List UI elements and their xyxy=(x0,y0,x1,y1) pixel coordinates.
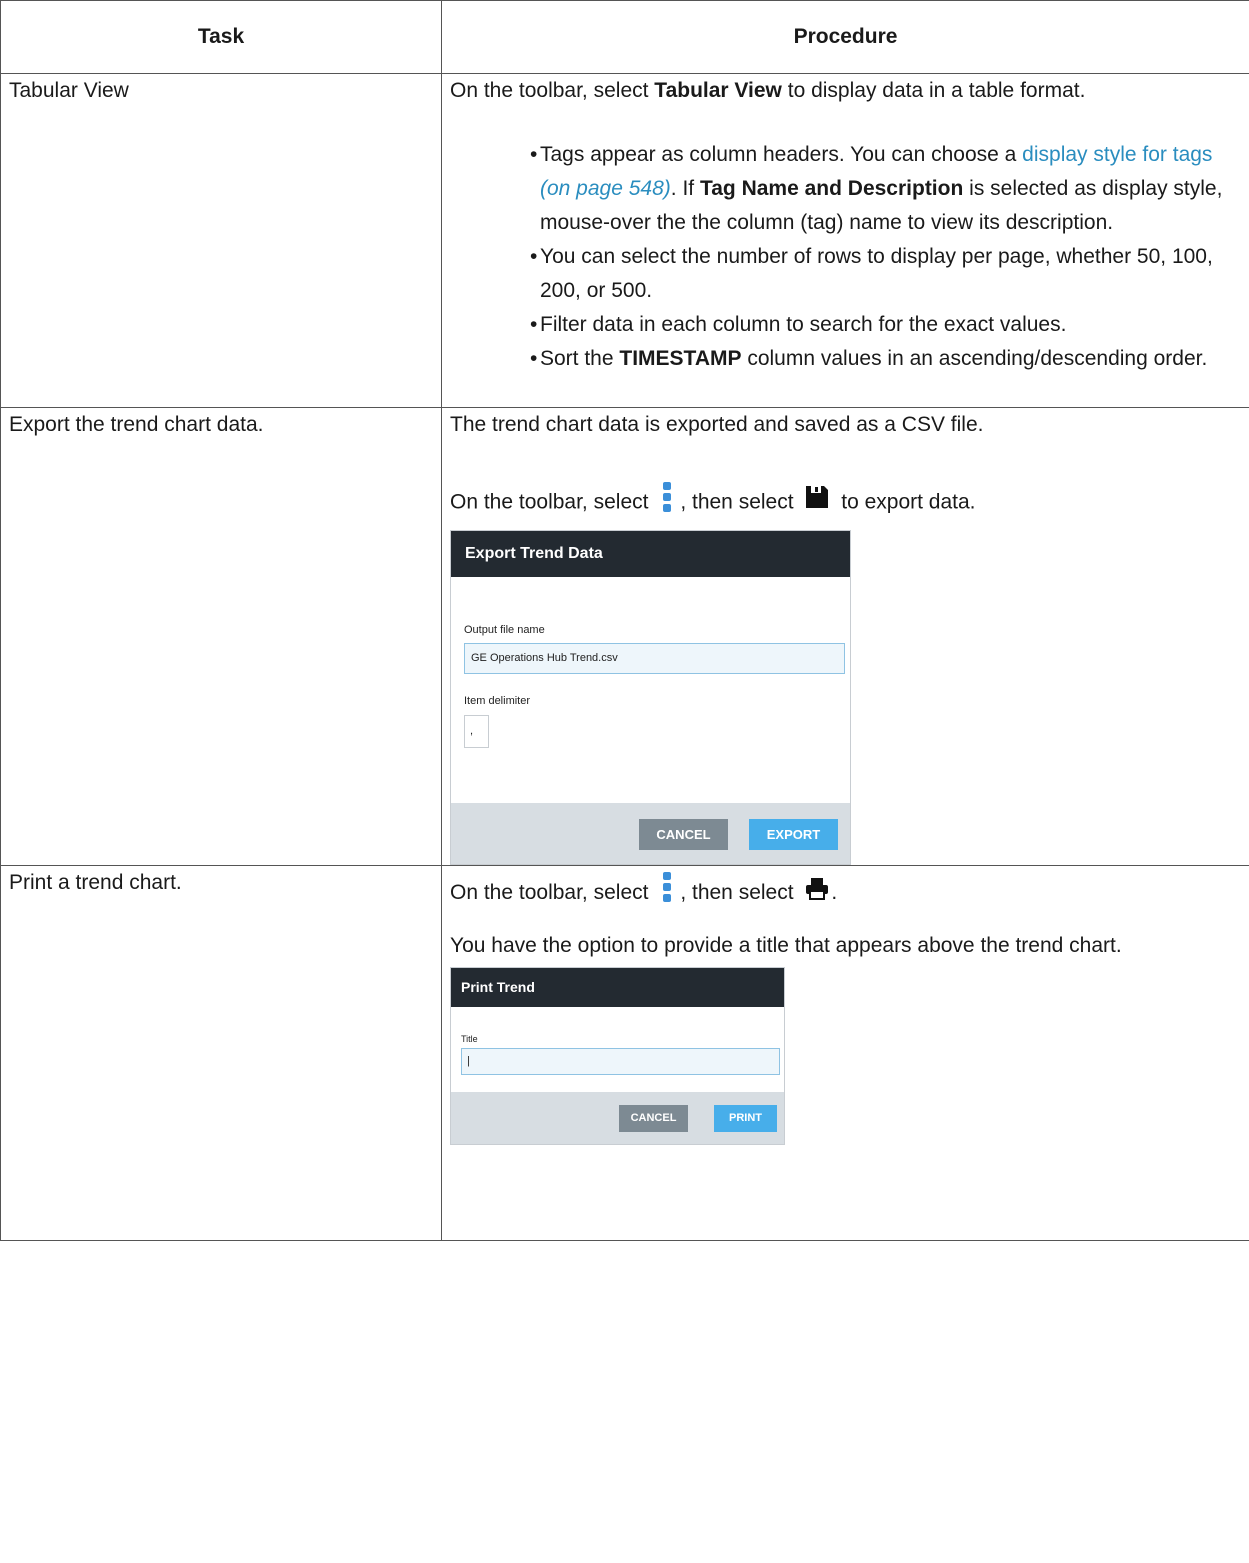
more-vertical-icon xyxy=(660,870,674,917)
table-header-row: Task Procedure xyxy=(0,0,1249,74)
text-run: . If xyxy=(670,177,700,200)
dialog-title: Export Trend Data xyxy=(451,531,850,577)
cancel-button[interactable]: CANCEL xyxy=(619,1105,688,1132)
cancel-button[interactable]: CANCEL xyxy=(639,819,728,850)
text-run: to export data. xyxy=(841,490,976,514)
print-button[interactable]: PRINT xyxy=(714,1105,777,1132)
ui-term: TIMESTAMP xyxy=(619,347,742,370)
column-header-task: Task xyxy=(0,0,442,74)
list-item: • Sort the TIMESTAMP column values in an … xyxy=(530,347,1208,370)
ui-term: Tag Name and Description xyxy=(699,177,964,200)
output-file-name-label: Output file name xyxy=(464,624,545,636)
dialog-footer: CANCEL EXPORT xyxy=(451,803,850,864)
text-run: On the toolbar, select xyxy=(450,881,649,905)
procedure-text: You have the option to provide a title t… xyxy=(450,934,1122,957)
task-cell: Export the trend chart data. xyxy=(0,407,442,866)
text-run: Filter data in each column to search for… xyxy=(540,313,1067,336)
text-run: to display data in a table format. xyxy=(781,79,1086,102)
ui-term: Tabular View xyxy=(654,79,782,102)
procedure-intro: On the toolbar, select Tabular View to d… xyxy=(450,74,1241,108)
table-row: Print a trend chart. On the toolbar, sel… xyxy=(0,865,1249,1241)
bullet-list: • Tags appear as column headers. You can … xyxy=(450,138,1241,376)
link-text: display style for tags xyxy=(1022,143,1213,166)
task-label: Tabular View xyxy=(9,79,129,102)
procedure-cell: The trend chart data is exported and sav… xyxy=(441,407,1249,866)
item-delimiter-label: Item delimiter xyxy=(464,695,531,707)
list-item: • Filter data in each column to search fo… xyxy=(530,313,1067,336)
output-file-name-input[interactable]: GE Operations Hub Trend.csv xyxy=(464,643,845,674)
task-cell: Print a trend chart. xyxy=(0,865,442,1241)
export-trend-data-dialog: Export Trend Data Output file name GE Op… xyxy=(450,530,851,865)
procedure-cell: On the toolbar, select Tabular View to d… xyxy=(441,73,1249,408)
floppy-disk-icon xyxy=(805,485,829,521)
task-label: Print a trend chart. xyxy=(9,871,182,894)
text-run: On the toolbar, select xyxy=(450,79,655,102)
link-page-ref: (on page 548) xyxy=(540,177,671,200)
column-header-procedure: Procedure xyxy=(441,0,1249,74)
more-vertical-icon xyxy=(660,480,674,526)
text-run: , then select xyxy=(680,490,794,514)
export-button[interactable]: EXPORT xyxy=(749,819,838,850)
text-run: You can select the number of rows to dis… xyxy=(540,245,1213,302)
table-row: Export the trend chart data. The trend c… xyxy=(0,407,1249,866)
dialog-title: Print Trend xyxy=(451,968,784,1007)
title-input[interactable]: | xyxy=(461,1048,780,1075)
procedure-step: On the toolbar, select , then select to … xyxy=(450,480,1241,526)
dialog-footer: CANCEL PRINT xyxy=(451,1092,784,1144)
print-trend-dialog: Print Trend Title | CANCEL PRINT xyxy=(450,967,785,1145)
table-row: Tabular View On the toolbar, select Tabu… xyxy=(0,73,1249,408)
procedure-step: On the toolbar, select , then select . xyxy=(450,870,1241,917)
title-label: Title xyxy=(461,1034,478,1044)
task-cell: Tabular View xyxy=(0,73,442,408)
text-run: , then select xyxy=(680,881,794,905)
item-delimiter-input[interactable]: , xyxy=(464,715,489,748)
text-run: . xyxy=(831,881,838,905)
text-run: On the toolbar, select xyxy=(450,490,649,514)
procedure-cell: On the toolbar, select , then select . Y… xyxy=(441,865,1249,1241)
task-label: Export the trend chart data. xyxy=(9,413,264,436)
procedure-text: The trend chart data is exported and sav… xyxy=(450,413,984,436)
text-run: Sort the xyxy=(540,347,620,370)
printer-icon xyxy=(805,875,829,913)
list-item: • You can select the number of rows to di… xyxy=(530,245,1213,302)
text-run: column values in an ascending/descending… xyxy=(741,347,1208,370)
text-run: Tags appear as column headers. You can c… xyxy=(540,143,1023,166)
list-item: • Tags appear as column headers. You can … xyxy=(530,143,1223,234)
task-procedure-table: Task Procedure Tabular View On the toolb… xyxy=(0,0,1249,1241)
